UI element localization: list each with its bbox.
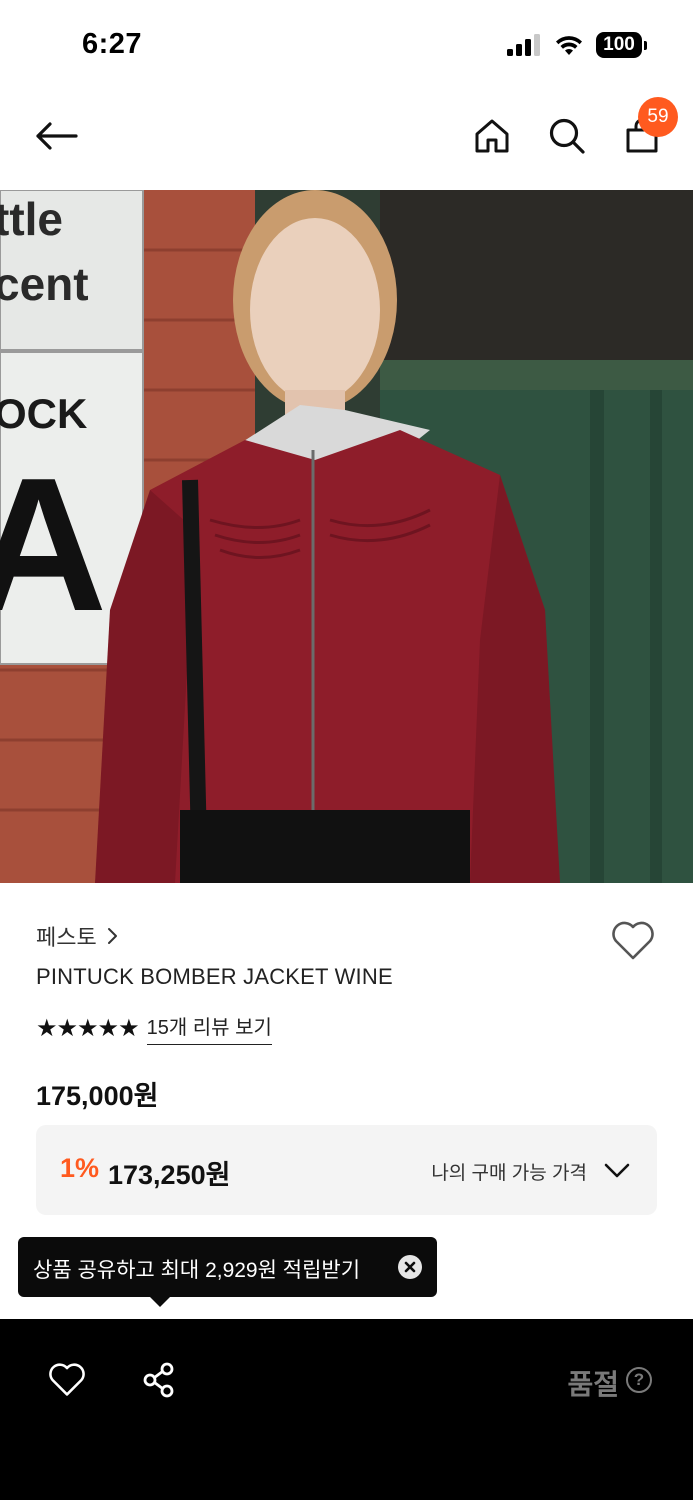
share-icon [143, 1362, 174, 1398]
cart-count-badge: 59 [638, 97, 678, 137]
my-price-box[interactable]: 1% 173,250원 나의 구매 가능 가격 [36, 1125, 657, 1215]
discount-price: 173,250원 [108, 1160, 231, 1190]
expand-price-button[interactable] [601, 1155, 633, 1187]
status-bar: 6:27 100 [0, 0, 693, 90]
bottom-wishlist-button[interactable] [44, 1357, 90, 1403]
help-circle-icon[interactable]: ? [626, 1367, 652, 1393]
heart-icon [612, 921, 654, 960]
chevron-right-icon [107, 928, 117, 944]
svg-text:cent: cent [0, 258, 89, 310]
review-link[interactable]: 15개 리뷰 보기 [146, 1011, 272, 1045]
battery-cap [644, 40, 647, 50]
wifi-icon [556, 36, 582, 55]
svg-text:OCK: OCK [0, 390, 87, 437]
heart-icon [49, 1363, 85, 1396]
back-button[interactable] [28, 108, 84, 164]
home-icon [475, 119, 509, 153]
sold-out-label: 품절 [567, 1369, 619, 1400]
my-price-label: 나의 구매 가능 가격 [431, 1163, 587, 1184]
discount-rate: 1% [60, 1153, 100, 1183]
cellular-signal-icon [507, 34, 540, 56]
tooltip-text: 상품 공유하고 최대 2,929원 적립받기 [33, 1259, 361, 1282]
svg-text:A: A [0, 439, 107, 651]
star-rating: ★★★★★ [36, 1014, 140, 1042]
status-time: 6:27 [82, 28, 143, 60]
svg-text:ttle: ttle [0, 193, 63, 245]
brand-name: 페스토 [36, 925, 97, 950]
battery-indicator: 100 [596, 32, 647, 58]
wishlist-button[interactable] [608, 916, 658, 966]
back-arrow-icon [36, 122, 78, 150]
product-photo: ttle cent OCK A [0, 190, 693, 883]
status-icons: 100 [506, 32, 647, 58]
bottom-action-bar: 품절 ? [0, 1319, 693, 1500]
product-name: PINTUCK BOMBER JACKET WINE [36, 964, 393, 989]
share-reward-tooltip: 상품 공유하고 최대 2,929원 적립받기 [18, 1237, 437, 1307]
product-image[interactable]: ttle cent OCK A [0, 190, 693, 883]
chevron-down-icon [604, 1163, 630, 1178]
home-button[interactable] [464, 108, 520, 164]
tooltip-close-button[interactable] [398, 1255, 422, 1279]
battery-level: 100 [596, 32, 642, 58]
product-price: 175,000원 [36, 1081, 159, 1111]
share-button[interactable] [136, 1357, 182, 1403]
brand-link[interactable]: 페스토 [36, 920, 119, 952]
close-icon [404, 1261, 416, 1273]
search-button[interactable] [539, 108, 595, 164]
search-icon [549, 118, 585, 154]
tooltip-arrow [150, 1297, 170, 1307]
rating-row: ★★★★★ 15개 리뷰 보기 [36, 1011, 272, 1045]
top-nav [0, 90, 693, 190]
